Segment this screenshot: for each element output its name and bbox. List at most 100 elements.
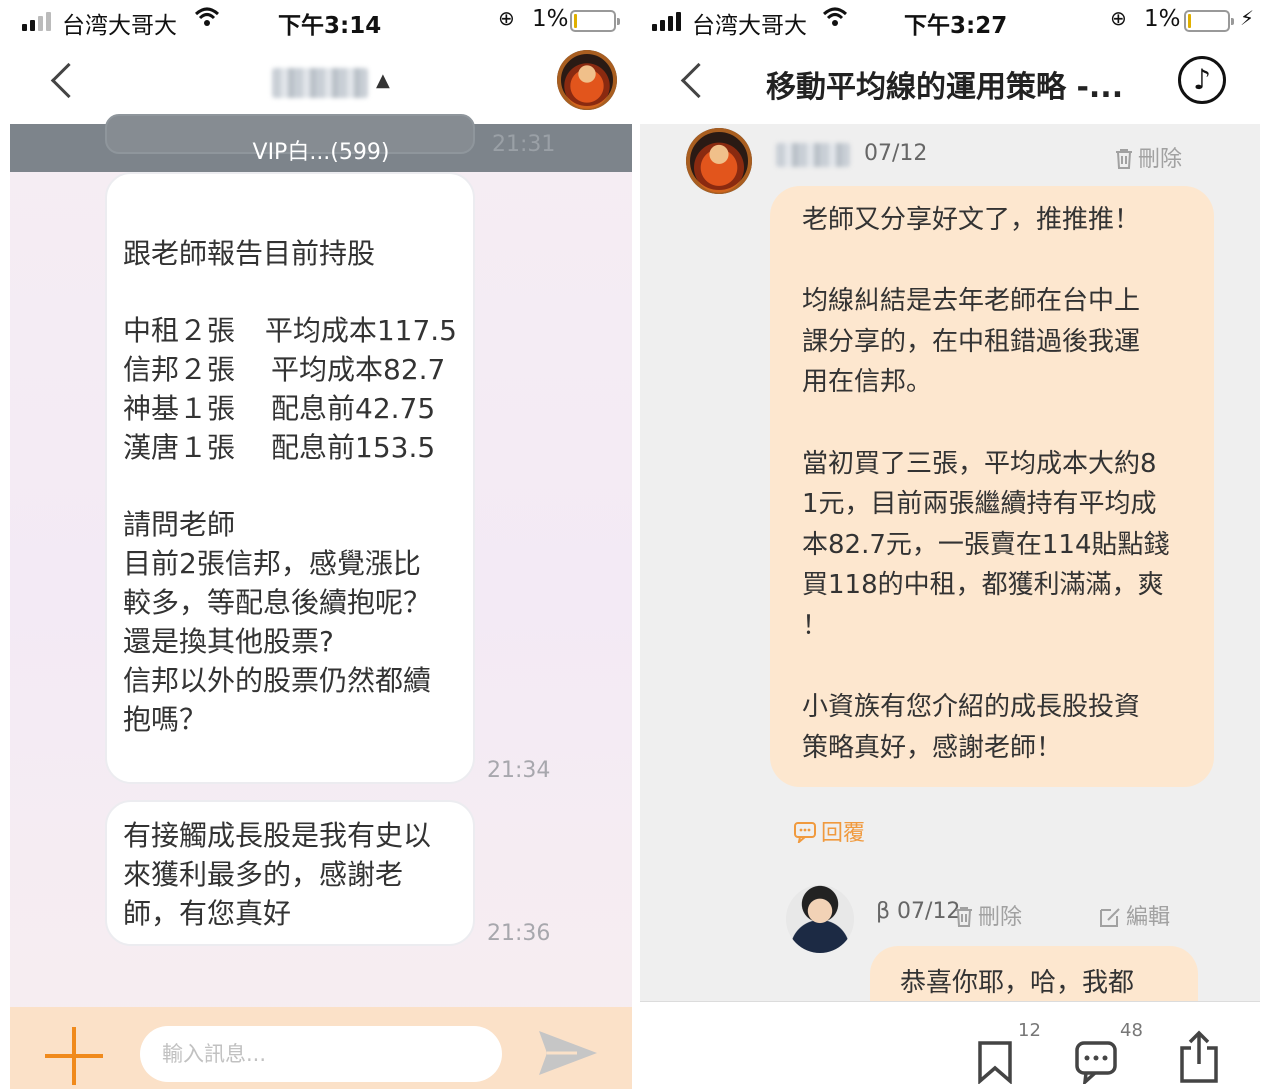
comment-icon (1075, 1041, 1117, 1084)
message-line: 較多，等配息後續抱呢？ (123, 586, 432, 619)
carrier-name: 台湾大哥大 (62, 13, 177, 39)
battery-percent: 1% (1144, 6, 1181, 32)
comment-line: 課分享的，在中租錯過後我運 (802, 326, 1141, 357)
status-bar: 台湾大哥大 下午3:27 ⊕ 1% ⚡ (640, 0, 1260, 40)
comment-button[interactable] (1070, 1002, 1130, 1089)
message-input-bar (10, 1007, 632, 1089)
bookmark-count: 12 (1018, 1020, 1041, 1041)
holding-cost: 配息前153.5 (271, 431, 436, 464)
orientation-lock-icon: ⊕ (1110, 6, 1127, 30)
caret-up-icon[interactable]: ▲ (376, 70, 390, 91)
music-note-icon[interactable]: ♪ (1178, 56, 1226, 104)
message-line: 還是換其他股票? (123, 625, 334, 658)
comment-line (802, 647, 1182, 688)
holding-row: 漢唐１張 配息前153.5 (123, 428, 457, 467)
comment-line: 買118的中租，都獲利滿滿，爽 (802, 570, 1164, 601)
comment-line: 均線糾結是去年老師在台中上 (802, 286, 1141, 317)
teacher-avatar[interactable] (786, 885, 854, 953)
contact-avatar[interactable] (557, 50, 617, 110)
delete-label: 刪除 (1138, 147, 1183, 172)
message-line: 目前2張信邦，感覺漲比 (123, 547, 421, 580)
comment-line (802, 403, 1182, 444)
wifi-icon (822, 6, 848, 34)
holding-row: 中租２張 平均成本117.5 (123, 311, 457, 350)
message-line: 信邦以外的股票仍然都續 (123, 664, 432, 697)
comment-line: 1元，目前兩張繼續持有平均成 (802, 489, 1157, 520)
holding-row: 神基１張 配息前42.75 (123, 389, 457, 428)
carrier-name: 台湾大哥大 (692, 13, 807, 39)
battery-percent: 1% (532, 6, 569, 32)
comment-bubble: 老師又分享好文了，推推推！ 均線糾結是去年老師在台中上 課分享的，在中租錯過後我… (770, 186, 1214, 787)
message-line: 抱嗎？ (123, 703, 208, 736)
delete-label: 刪除 (978, 905, 1023, 930)
reply-bubble: 恭喜你耶，哈，我都 (870, 946, 1198, 1006)
comment-line: 用在信邦。 (802, 367, 933, 398)
chat-header: ▲ (10, 40, 632, 124)
message-bubble[interactable]: 有接觸成長股是我有史以 來獲利最多的，感謝老 師，有您真好 (105, 800, 475, 946)
send-icon (539, 1031, 597, 1075)
message-time: 21:36 (487, 921, 551, 946)
back-button[interactable] (42, 62, 82, 102)
message-line: 請問老師 (123, 508, 236, 541)
battery-icon (1184, 10, 1234, 32)
comment-line: 小資族有您介紹的成長股投資 (802, 692, 1141, 723)
holding-row: 信邦２張 平均成本82.7 (123, 350, 457, 389)
battery-icon (570, 10, 620, 32)
holding-name: 中租２張 (123, 314, 236, 347)
bottom-toolbar: 12 48 (640, 1001, 1260, 1089)
comment-line: ！ (802, 610, 829, 641)
plus-icon[interactable] (45, 1027, 103, 1085)
bookmark-icon (978, 1041, 1012, 1084)
holding-name: 信邦２張 (123, 353, 236, 386)
holding-name: 漢唐１張 (123, 431, 236, 464)
charging-icon: ⚡ (1240, 6, 1255, 30)
message-input[interactable] (140, 1026, 502, 1082)
pinned-message-bar[interactable]: VIP白...(599) 21:31 (10, 114, 632, 172)
comment-line: 老師又分享好文了，推推推！ (802, 205, 1141, 235)
comment-line: 當初買了三張，平均成本大約8 (802, 448, 1157, 479)
trash-icon (956, 907, 972, 927)
comment-line: 策略真好，感謝老師！ (802, 732, 1063, 763)
pinned-time: 21:31 (492, 132, 556, 157)
reply-date: β 07/12 (876, 899, 961, 924)
share-button[interactable] (1174, 1002, 1234, 1089)
comment-date: 07/12 (864, 141, 928, 166)
message-line: 有接觸成長股是我有史以 (123, 819, 432, 852)
wifi-icon (194, 6, 220, 34)
commenter-avatar[interactable] (686, 128, 752, 194)
comment-line: 本82.7元，一張賣在114貼點錢 (802, 529, 1170, 560)
signal-icon (22, 12, 51, 31)
edit-icon (1100, 908, 1120, 927)
comment-count: 48 (1120, 1020, 1143, 1041)
share-icon (1180, 1030, 1218, 1083)
edit-button[interactable]: 編輯 (1098, 899, 1170, 931)
message-time: 21:34 (487, 758, 551, 783)
holding-cost: 配息前42.75 (271, 392, 436, 425)
back-button[interactable] (672, 62, 712, 102)
bookmark-button[interactable] (970, 1002, 1030, 1089)
edit-label: 編輯 (1126, 905, 1171, 930)
holding-cost: 平均成本117.5 (264, 314, 457, 347)
reply-button[interactable]: 回覆 (793, 815, 865, 847)
post-header: 移動平均線的運用策略 -... ♪ (640, 40, 1260, 124)
chat-screen: 台湾大哥大 下午3:14 ⊕ 1% ▲ VIP白...(599) 21:31 跟… (10, 0, 632, 1089)
status-time: 下午3:14 (278, 13, 382, 39)
signal-icon (652, 12, 681, 31)
orientation-lock-icon: ⊕ (498, 6, 515, 30)
status-time: 下午3:27 (904, 13, 1008, 39)
contact-name-blurred[interactable] (272, 68, 368, 98)
send-button[interactable] (537, 1025, 599, 1081)
message-line: 師，有您真好 (123, 897, 292, 930)
holding-name: 神基１張 (123, 392, 236, 425)
page-title: 移動平均線的運用策略 -... (766, 70, 1124, 105)
delete-button[interactable]: 刪除 (1114, 141, 1182, 173)
reply-delete-button[interactable]: 刪除 (954, 899, 1022, 931)
commenter-name-blurred[interactable] (776, 143, 850, 167)
reply-icon (794, 822, 816, 845)
message-line: 來獲利最多的，感謝老 (123, 858, 404, 891)
post-screen: 台湾大哥大 下午3:27 ⊕ 1% ⚡ 移動平均線的運用策略 -... ♪ 07… (640, 0, 1260, 1089)
message-line: 跟老師報告目前持股 (123, 237, 376, 270)
message-bubble[interactable]: 跟老師報告目前持股 中租２張 平均成本117.5 信邦２張 平均成本82.7 神基１… (105, 172, 475, 784)
status-bar: 台湾大哥大 下午3:14 ⊕ 1% (10, 0, 632, 40)
